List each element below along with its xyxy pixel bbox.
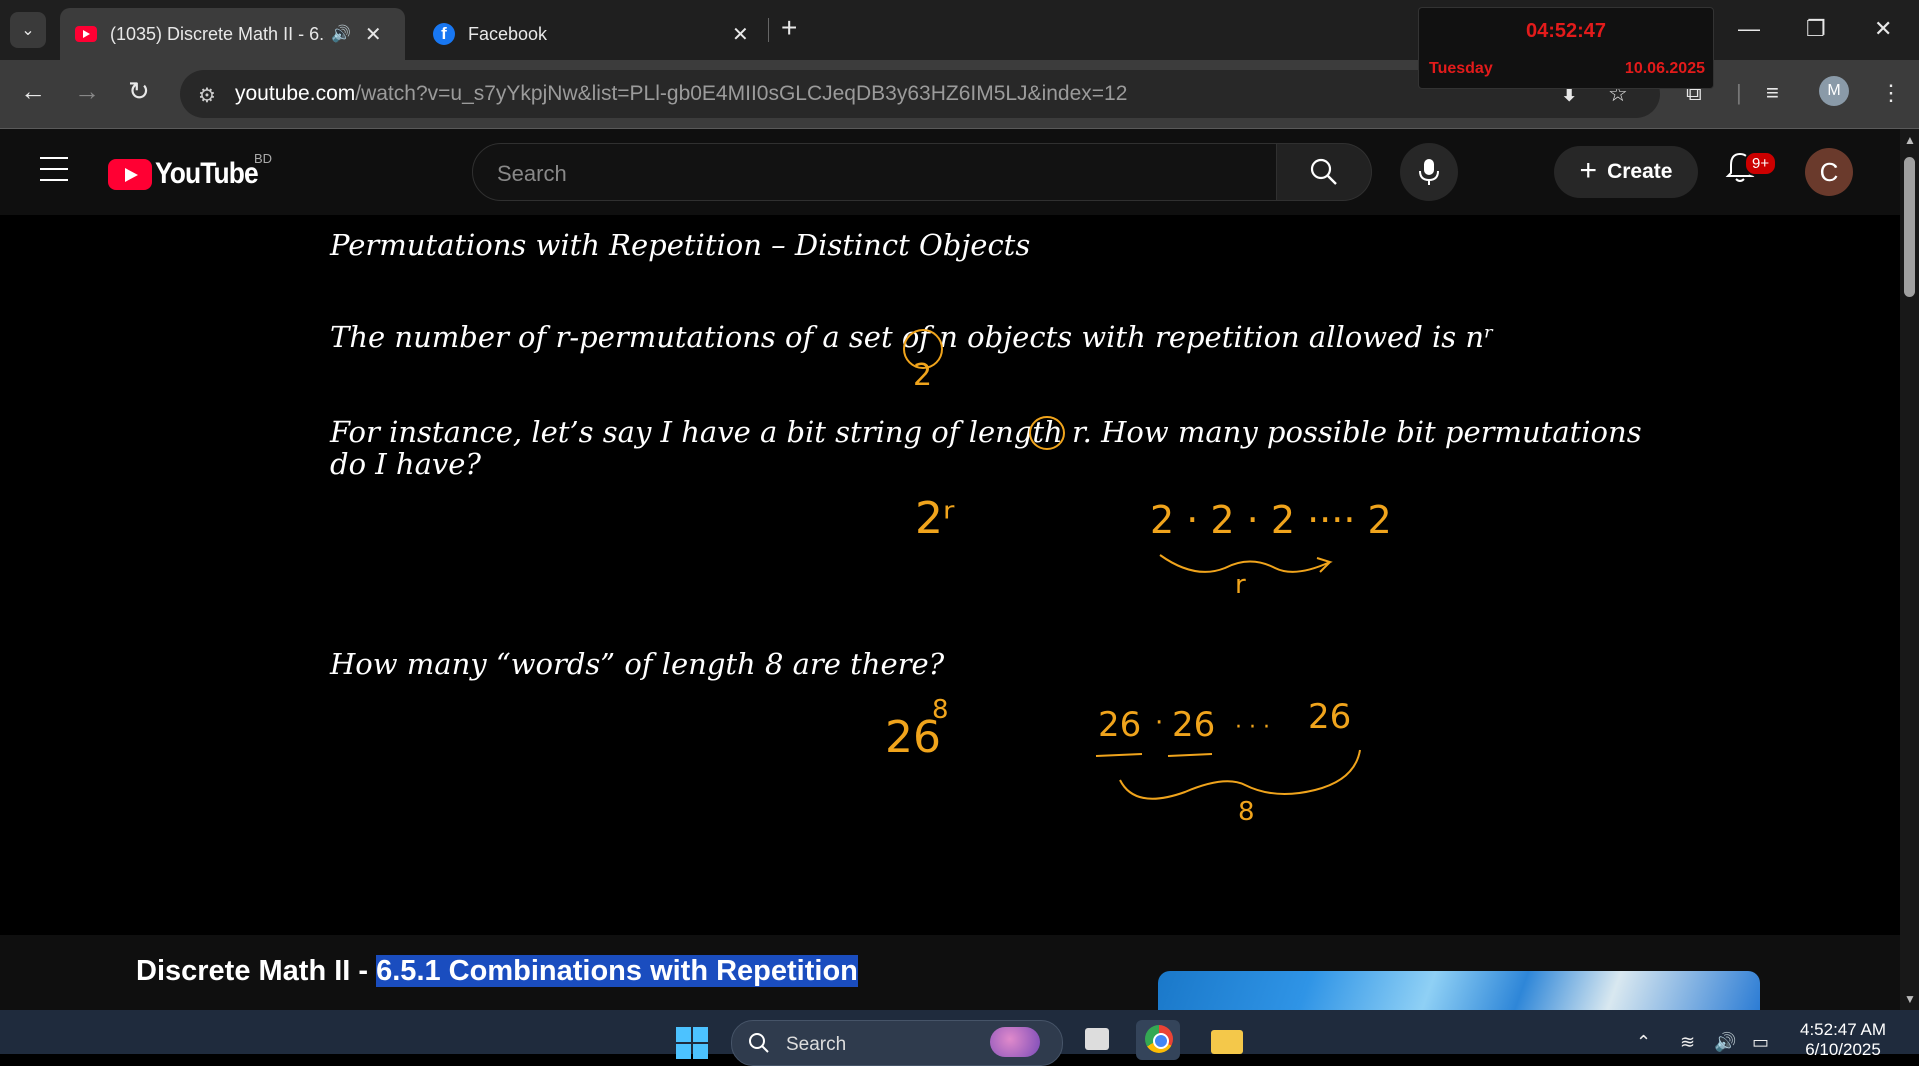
youtube-favicon-icon (74, 22, 98, 46)
microphone-icon (1419, 159, 1439, 185)
wifi-icon[interactable]: ≋ (1680, 1032, 1695, 1053)
new-tab-icon[interactable]: + (781, 12, 797, 44)
taskbar-time: 4:52:47 AM (1800, 1020, 1887, 1039)
ink-product2-dot: · (1155, 708, 1164, 738)
youtube-logo[interactable]: YouTube (108, 157, 272, 191)
youtube-logo-text: YouTube (155, 157, 259, 190)
tab-title: Facebook (468, 23, 548, 44)
facebook-favicon-icon: f (432, 22, 456, 46)
scroll-thumb[interactable] (1904, 157, 1915, 297)
forward-icon[interactable]: → (74, 76, 100, 107)
taskbar-search-label: Search (786, 1034, 847, 1055)
ink-brace2-label: 8 (1238, 797, 1255, 827)
window-close-icon[interactable]: ✕ (1874, 16, 1892, 42)
restore-icon[interactable]: ❐ (1806, 16, 1826, 42)
tab-youtube[interactable]: (1035) Discrete Math II - 6.5.1 Combinat… (60, 8, 405, 60)
ink-brace1-label: r (1235, 570, 1246, 600)
show-hidden-icons-chevron-icon[interactable]: ⌃ (1636, 1032, 1651, 1053)
search-icon (1310, 158, 1337, 185)
volume-icon[interactable]: 🔊 (1714, 1032, 1736, 1053)
tab-facebook[interactable]: f Facebook ✕ (418, 8, 758, 60)
ink-product2-b: 26 (1172, 705, 1216, 745)
tab-separator (768, 18, 769, 42)
clock-time: 04:52:47 (1525, 20, 1607, 42)
speaker-icon[interactable]: 🔊 (331, 24, 351, 44)
clock-date: 10.06.2025 (1624, 60, 1705, 77)
taskbar-clock[interactable]: 4:52:47 AM 6/10/2025 (1800, 1020, 1886, 1060)
taskbar-date: 6/10/2025 (1805, 1040, 1881, 1059)
task-view-icon[interactable] (1075, 1020, 1119, 1060)
toolbar-divider: | (1736, 80, 1742, 105)
video-title-prefix: Discrete Math II - (136, 955, 377, 987)
site-info-icon[interactable]: ⚙ (198, 83, 216, 108)
taskbar-search[interactable]: Search (731, 1020, 1063, 1066)
ink-product2-c: 26 (1308, 697, 1352, 737)
slide-example-line2: do I have? (330, 447, 481, 481)
country-code: BD (254, 151, 273, 166)
scroll-down-arrow-icon[interactable]: ▼ (1904, 992, 1916, 1006)
ink-circle-r (1029, 416, 1065, 450)
notification-count-badge: 9+ (1744, 151, 1778, 176)
slide-question2: How many “words” of length 8 are there? (330, 647, 945, 681)
windows-taskbar: Search ⌃ ≋ 🔊 ▭ 4:52:47 AM 6/10/2025 (0, 1010, 1919, 1066)
browser-menu-icon[interactable]: ⋮ (1880, 80, 1902, 106)
tab-title: (1035) Discrete Math II - 6.5.1 Combinat… (110, 23, 325, 44)
ink-product2-dots: · · · (1235, 715, 1270, 740)
search-button[interactable] (1277, 143, 1372, 201)
tab-search-menu-button[interactable]: ⌄ (10, 12, 46, 48)
clock-day: Tuesday (1429, 60, 1493, 77)
ink-product1: 2 · 2 · 2 ···· 2 (1150, 498, 1392, 542)
voice-search-button[interactable] (1400, 143, 1458, 201)
account-avatar[interactable]: C (1805, 148, 1853, 196)
search-input[interactable]: Search (472, 143, 1277, 201)
ink-product2-a: 26 (1098, 705, 1142, 745)
ink-answer2-exp: 8 (932, 695, 949, 725)
slide-section-title: Permutations with Repetition – Distinct … (330, 228, 1031, 262)
file-explorer-icon[interactable] (1205, 1020, 1249, 1060)
video-info: Discrete Math II - 6.5.1 Combinations wi… (0, 935, 1900, 1015)
browser-profile-avatar[interactable]: M (1819, 76, 1849, 106)
scroll-up-arrow-icon[interactable]: ▲ (1904, 133, 1916, 147)
back-icon[interactable]: ← (20, 76, 46, 107)
create-button[interactable]: + Create (1554, 146, 1698, 198)
create-label: Create (1607, 160, 1673, 183)
url-text[interactable]: youtube.com/watch?v=u_s7yYkpjNw&list=PLl… (235, 82, 1127, 106)
media-control-icon[interactable]: ≡ (1766, 80, 1779, 106)
youtube-header: YouTube BD Search + Create 9+ C (0, 129, 1900, 215)
desktop-clock-widget: 04:52:47 Tuesday 10.06.2025 (1418, 7, 1714, 89)
slide-example-line1: For instance, let’s say I have a bit str… (330, 415, 1642, 449)
minimize-icon[interactable]: — (1738, 16, 1760, 42)
chrome-taskbar-icon[interactable] (1136, 1020, 1180, 1060)
sidebar-thumbnail[interactable] (1158, 971, 1760, 1015)
reload-icon[interactable]: ↻ (128, 76, 150, 107)
ink-answer1: 2ʳ (915, 493, 955, 544)
ink-n-value: 2 (913, 358, 933, 393)
search-icon (749, 1033, 769, 1053)
plus-icon: + (1579, 153, 1598, 187)
video-title-selected: 6.5.1 Combinations with Repetition (376, 955, 858, 987)
guide-menu-icon[interactable] (40, 157, 68, 181)
search-placeholder: Search (497, 161, 567, 186)
video-player[interactable]: Permutations with Repetition – Distinct … (0, 215, 1900, 935)
battery-icon[interactable]: ▭ (1752, 1032, 1769, 1053)
search-highlight-icon (990, 1027, 1040, 1057)
youtube-play-icon (108, 158, 152, 190)
video-title: Discrete Math II - 6.5.1 Combinations wi… (136, 955, 858, 988)
close-tab-icon[interactable]: ✕ (732, 22, 749, 47)
close-tab-icon[interactable]: ✕ (365, 22, 382, 47)
page-scrollbar[interactable]: ▲ ▼ (1900, 129, 1919, 1010)
windows-start-icon[interactable] (675, 1026, 709, 1060)
